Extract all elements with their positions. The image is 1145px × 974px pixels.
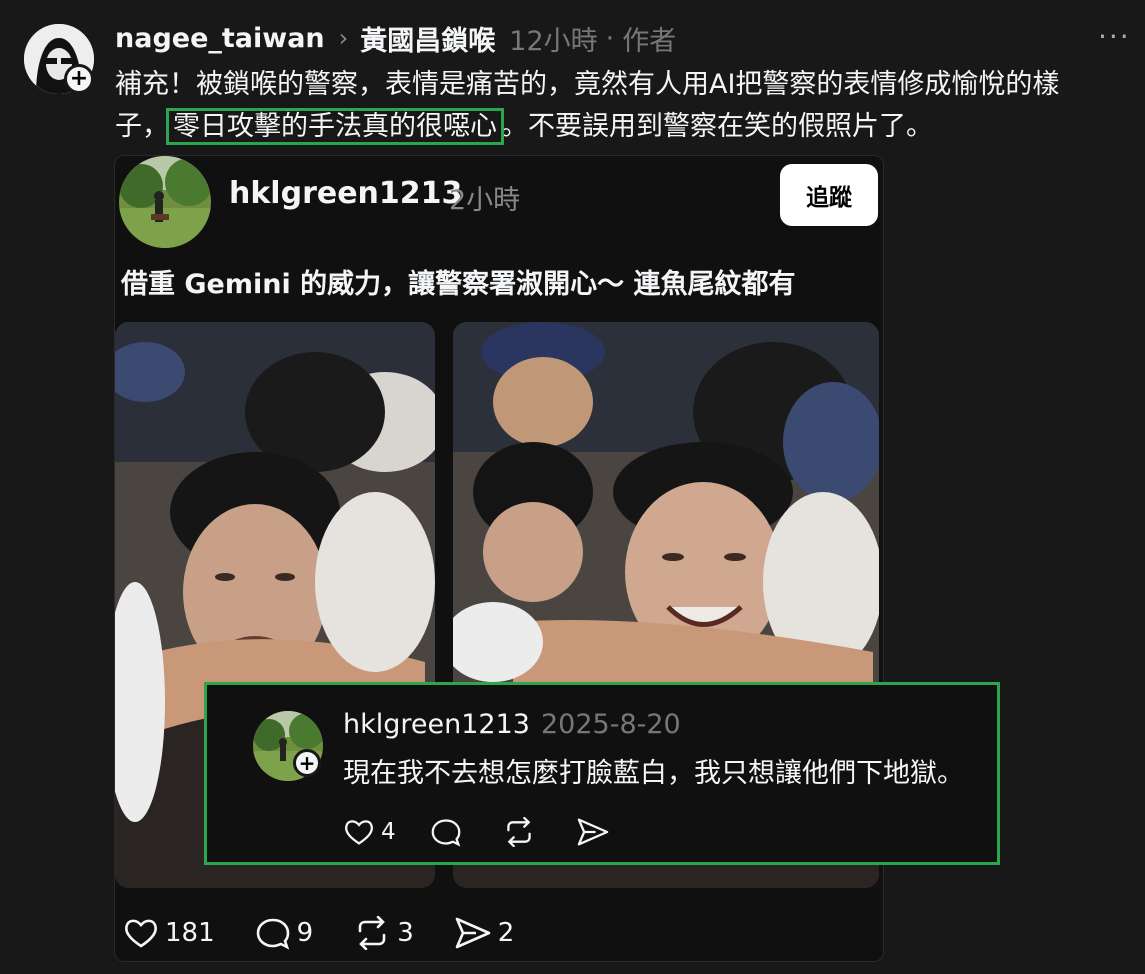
post-text-prefix: 子，	[115, 111, 169, 142]
reply-like-count: 4	[381, 819, 396, 845]
repost-count: 3	[397, 918, 414, 948]
follow-button[interactable]: 追蹤	[780, 164, 878, 226]
author-username[interactable]: nagee_taiwan	[115, 23, 325, 54]
quoted-actions: 181 9 3 2	[123, 916, 554, 950]
quoted-username[interactable]: hklgreen1213	[229, 176, 462, 211]
like-button[interactable]: 181	[123, 917, 215, 949]
reply-actions: 4	[343, 817, 650, 847]
reply-comment-button[interactable]	[430, 817, 468, 847]
post-text-line-1: 補充！被鎖喉的警察，表情是痛苦的，竟然有人用AI把警察的表情修成愉悅的樣	[115, 69, 1060, 100]
repost-icon	[358, 916, 386, 950]
reply-comment[interactable]: + hklgreen1213 2025-8-20 現在我不去想怎麼打臉藍白，我只…	[204, 682, 1000, 865]
post-body: 補充！被鎖喉的警察，表情是痛苦的，竟然有人用AI把警察的表情修成愉悅的樣 子，零…	[115, 64, 1115, 148]
reply-share-button[interactable]	[576, 817, 616, 847]
heart-icon	[345, 820, 373, 845]
post-text-suffix: 。不要誤用到警察在笑的假照片了。	[501, 111, 933, 142]
post-text-line-2: 子， 零日攻擊的手法真的很噁心 。不要誤用到警察在笑的假照片了。	[115, 106, 1115, 148]
comment-icon	[256, 918, 289, 950]
more-horizontal-icon[interactable]: ···	[1098, 20, 1131, 53]
repost-button[interactable]: 3	[353, 916, 414, 950]
share-button[interactable]: 2	[454, 916, 515, 950]
quoted-author-avatar[interactable]	[119, 156, 211, 248]
follow-plus-icon[interactable]: +	[293, 749, 321, 777]
meta-separator: ·	[605, 22, 615, 54]
chevron-right-icon: ›	[338, 24, 349, 52]
repost-icon	[506, 817, 531, 847]
follow-plus-icon[interactable]: +	[64, 64, 94, 94]
reply-username[interactable]: hklgreen1213	[343, 709, 530, 740]
like-count: 181	[165, 918, 215, 948]
quoted-text: 借重 Gemini 的威力，讓警察署淑開心～ 連魚尾紋都有	[121, 269, 796, 300]
topic-tag[interactable]: 黃國昌鎖喉	[360, 19, 495, 58]
reply-like-button[interactable]: 4	[343, 818, 396, 846]
highlighted-phrase: 零日攻擊的手法真的很噁心	[166, 108, 504, 145]
comment-button[interactable]: 9	[255, 916, 314, 950]
reply-date: 2025-8-20	[541, 709, 681, 740]
post-header: nagee_taiwan › 黃國昌鎖喉 12小時 · 作者	[115, 19, 677, 58]
author-label: 作者	[622, 25, 677, 57]
share-count: 2	[497, 918, 515, 948]
quoted-time: 2小時	[449, 185, 521, 216]
heart-icon	[125, 919, 157, 948]
comment-icon	[431, 819, 461, 847]
send-icon	[455, 917, 491, 949]
reply-text: 現在我不去想怎麼打臉藍白，我只想讓他們下地獄。	[343, 758, 964, 789]
send-icon	[577, 818, 608, 846]
comment-count: 9	[296, 918, 314, 948]
reply-repost-button[interactable]	[502, 817, 542, 847]
post-time: 12小時	[509, 25, 598, 57]
